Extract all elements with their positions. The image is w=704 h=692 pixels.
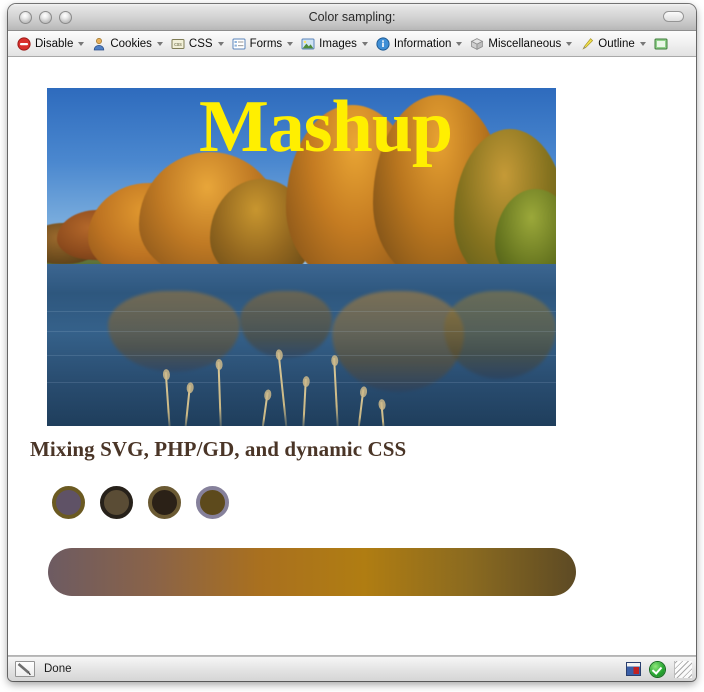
water-ripple [47,355,556,357]
css-icon: css [171,37,185,51]
toolbar-item-resize[interactable] [651,34,674,54]
status-text: Done [44,663,72,675]
swatch-2 [100,486,133,519]
resize-icon [654,37,668,51]
page-load-icon [15,661,35,677]
toolbar-item-css[interactable]: css CSS [168,34,229,54]
toolbar-item-label: Outline [598,37,635,50]
color-swatch-row [52,486,229,519]
disable-icon [17,36,31,51]
toolbar-item-label: Cookies [110,37,152,50]
cookies-icon [92,37,106,51]
security-ok-icon[interactable] [650,661,665,677]
chevron-down-icon[interactable] [156,41,163,46]
toolbar-item-disable[interactable]: Disable [14,34,89,54]
water-ripple [47,382,556,384]
chevron-down-icon[interactable] [287,41,294,46]
window-titlebar[interactable]: Color sampling: [8,4,696,31]
developer-toolbar: Disable Cookies css CSS Forms Images Inf… [8,31,696,57]
toolbar-item-label: Images [319,37,357,50]
chevron-down-icon[interactable] [361,41,368,46]
status-bar-icons [626,660,696,678]
swatch-3 [148,486,181,519]
toolbar-item-information[interactable]: Information [373,34,468,54]
toolbar-toggle-pill[interactable] [663,11,684,22]
chevron-down-icon[interactable] [456,41,463,46]
toolbar-item-label: Miscellaneous [488,37,562,50]
chevron-down-icon[interactable] [639,41,646,46]
swatch-1 [52,486,85,519]
browser-window: Color sampling: Disable Cookies css CSS … [8,4,696,681]
svg-text:css: css [174,42,182,48]
toolbar-item-label: Disable [35,37,74,50]
zoom-button[interactable] [59,10,72,24]
page-subtitle: Mixing SVG, PHP/GD, and dynamic CSS [30,437,407,461]
banner-photo: Mashup [47,88,556,426]
color-gradient-bar [48,548,576,596]
toolbar-item-outline[interactable]: Outline [577,34,650,54]
page-content: Mashup Mixing SVG, PHP/GD, and dynamic C… [8,57,696,656]
forms-icon [232,37,246,51]
window-controls [19,10,72,24]
chevron-down-icon[interactable] [566,41,573,46]
toolbar-item-label: Forms [249,37,283,50]
status-bar: Done [8,656,696,681]
window-mode-icon[interactable] [626,662,641,676]
toolbar-item-cookies[interactable]: Cookies [89,34,168,54]
toolbar-item-label: Information [393,37,452,50]
chevron-down-icon[interactable] [78,41,85,46]
resize-grip-icon[interactable] [674,660,692,678]
images-icon [301,37,315,51]
toolbar-item-images[interactable]: Images [298,34,373,54]
minimize-button[interactable] [39,10,52,24]
water-ripple [47,331,556,333]
swatch-4 [196,486,229,519]
chevron-down-icon[interactable] [217,41,224,46]
toolbar-item-forms[interactable]: Forms [229,34,299,54]
window-title: Color sampling: [308,10,396,24]
banner-title: Mashup [198,88,453,168]
close-button[interactable] [19,10,32,24]
toolbar-item-miscellaneous[interactable]: Miscellaneous [467,34,577,54]
desktop-backdrop: Color sampling: Disable Cookies css CSS … [0,0,704,692]
toolbar-item-label: CSS [188,37,213,50]
miscellaneous-icon [470,37,484,51]
water-ripple [47,311,556,313]
outline-icon [580,37,594,51]
information-icon [376,36,390,51]
